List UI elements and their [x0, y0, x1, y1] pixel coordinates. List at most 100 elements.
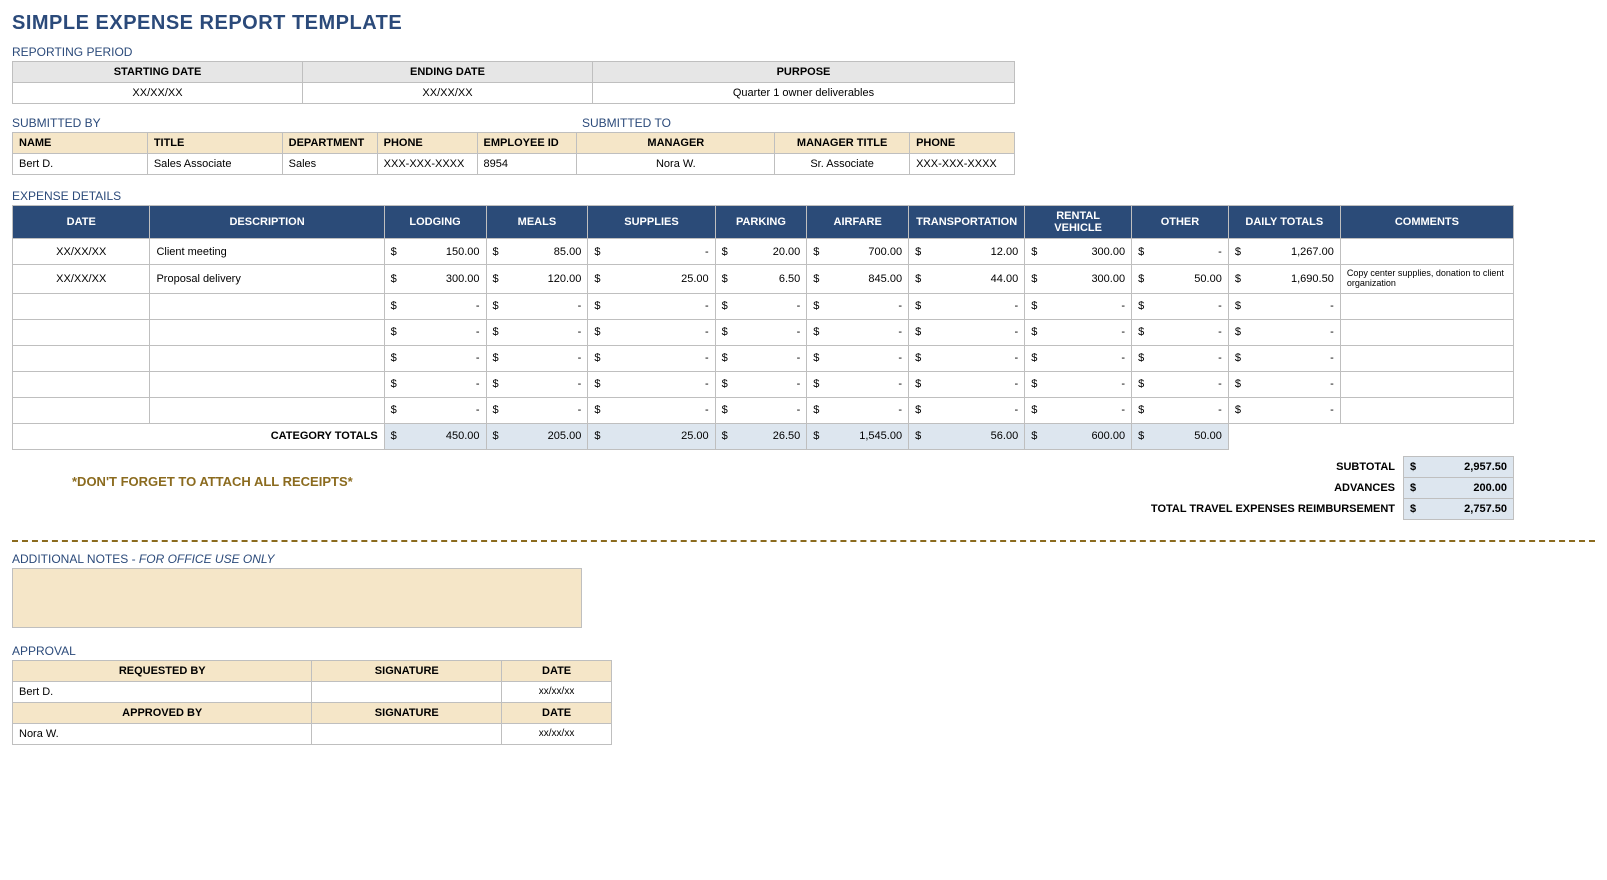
other-cell[interactable]: $50.00 [1132, 265, 1229, 294]
transport-cell[interactable]: $12.00 [909, 239, 1025, 265]
advances-value[interactable]: $200.00 [1404, 477, 1514, 498]
transport-cell[interactable]: $44.00 [909, 265, 1025, 294]
rental-cell[interactable]: $300.00 [1025, 265, 1132, 294]
lodging-cell[interactable]: $- [384, 371, 486, 397]
airfare-cell[interactable]: $- [807, 371, 909, 397]
parking-cell[interactable]: $- [715, 371, 807, 397]
airfare-cell[interactable]: $- [807, 397, 909, 423]
rental-cell[interactable]: $300.00 [1025, 239, 1132, 265]
airfare-cell[interactable]: $845.00 [807, 265, 909, 294]
meals-cell[interactable]: $- [486, 397, 588, 423]
supplies-cell[interactable]: $- [588, 345, 715, 371]
lodging-cell[interactable]: $- [384, 319, 486, 345]
comments-cell[interactable] [1340, 319, 1513, 345]
manager-phone-cell[interactable]: XXX-XXX-XXXX [910, 154, 1015, 175]
date-cell[interactable] [13, 397, 150, 423]
reporting-period-label: REPORTING PERIOD [12, 45, 1595, 59]
comments-cell[interactable] [1340, 293, 1513, 319]
date-cell[interactable]: XX/XX/XX [13, 239, 150, 265]
parking-cell[interactable]: $20.00 [715, 239, 807, 265]
title-cell[interactable]: Sales Associate [147, 154, 282, 175]
approved-date-cell[interactable]: xx/xx/xx [502, 723, 612, 744]
comments-cell[interactable] [1340, 371, 1513, 397]
lodging-cell[interactable]: $300.00 [384, 265, 486, 294]
meals-cell[interactable]: $85.00 [486, 239, 588, 265]
transport-cell[interactable]: $- [909, 345, 1025, 371]
supplies-cell[interactable]: $25.00 [588, 265, 715, 294]
airfare-cell[interactable]: $700.00 [807, 239, 909, 265]
supplies-cell[interactable]: $- [588, 397, 715, 423]
manager-cell[interactable]: Nora W. [577, 154, 775, 175]
manager-title-cell[interactable]: Sr. Associate [775, 154, 910, 175]
expense-row: $-$-$-$-$-$-$-$-$- [13, 371, 1514, 397]
lodging-cell[interactable]: $- [384, 345, 486, 371]
supplies-cell[interactable]: $- [588, 239, 715, 265]
requested-date-cell[interactable]: xx/xx/xx [502, 681, 612, 702]
date-cell[interactable] [13, 319, 150, 345]
additional-notes-box[interactable] [12, 568, 582, 628]
meals-cell[interactable]: $- [486, 293, 588, 319]
parking-cell[interactable]: $- [715, 345, 807, 371]
purpose-cell[interactable]: Quarter 1 owner deliverables [593, 83, 1015, 104]
date-cell[interactable] [13, 371, 150, 397]
empid-cell[interactable]: 8954 [477, 154, 577, 175]
parking-cell[interactable]: $6.50 [715, 265, 807, 294]
parking-cell[interactable]: $- [715, 319, 807, 345]
date-cell[interactable]: XX/XX/XX [13, 265, 150, 294]
meals-cell[interactable]: $- [486, 319, 588, 345]
date-cell[interactable] [13, 293, 150, 319]
other-cell[interactable]: $- [1132, 319, 1229, 345]
lodging-cell[interactable]: $150.00 [384, 239, 486, 265]
meals-cell[interactable]: $- [486, 371, 588, 397]
transport-cell[interactable]: $- [909, 371, 1025, 397]
airfare-cell[interactable]: $- [807, 345, 909, 371]
lodging-cell[interactable]: $- [384, 293, 486, 319]
airfare-cell[interactable]: $- [807, 293, 909, 319]
other-cell[interactable]: $- [1132, 371, 1229, 397]
date-cell[interactable] [13, 345, 150, 371]
name-cell[interactable]: Bert D. [13, 154, 148, 175]
airfare-cell[interactable]: $- [807, 319, 909, 345]
other-cell[interactable]: $- [1132, 239, 1229, 265]
parking-cell[interactable]: $- [715, 397, 807, 423]
transport-cell[interactable]: $- [909, 319, 1025, 345]
desc-cell[interactable] [150, 293, 384, 319]
requested-signature-cell[interactable] [312, 681, 502, 702]
desc-cell[interactable] [150, 319, 384, 345]
dept-cell[interactable]: Sales [282, 154, 377, 175]
desc-cell[interactable]: Proposal delivery [150, 265, 384, 294]
comments-cell[interactable] [1340, 239, 1513, 265]
desc-cell[interactable]: Client meeting [150, 239, 384, 265]
other-cell[interactable]: $- [1132, 397, 1229, 423]
parking-cell[interactable]: $- [715, 293, 807, 319]
col-phone: PHONE [377, 133, 477, 154]
approved-by-cell[interactable]: Nora W. [13, 723, 312, 744]
transport-cell[interactable]: $- [909, 397, 1025, 423]
phone-cell[interactable]: XXX-XXX-XXXX [377, 154, 477, 175]
rental-cell[interactable]: $- [1025, 345, 1132, 371]
starting-date-cell[interactable]: XX/XX/XX [13, 83, 303, 104]
comments-cell[interactable] [1340, 345, 1513, 371]
supplies-cell[interactable]: $- [588, 319, 715, 345]
rental-cell[interactable]: $- [1025, 397, 1132, 423]
desc-cell[interactable] [150, 345, 384, 371]
transport-cell[interactable]: $- [909, 293, 1025, 319]
other-cell[interactable]: $- [1132, 345, 1229, 371]
supplies-cell[interactable]: $- [588, 293, 715, 319]
desc-cell[interactable] [150, 397, 384, 423]
expense-row: XX/XX/XXProposal delivery$300.00$120.00$… [13, 265, 1514, 294]
desc-cell[interactable] [150, 371, 384, 397]
rental-cell[interactable]: $- [1025, 293, 1132, 319]
rental-cell[interactable]: $- [1025, 319, 1132, 345]
ending-date-cell[interactable]: XX/XX/XX [303, 83, 593, 104]
comments-cell[interactable] [1340, 397, 1513, 423]
rental-cell[interactable]: $- [1025, 371, 1132, 397]
other-cell[interactable]: $- [1132, 293, 1229, 319]
comments-cell[interactable]: Copy center supplies, donation to client… [1340, 265, 1513, 294]
lodging-cell[interactable]: $- [384, 397, 486, 423]
requested-by-cell[interactable]: Bert D. [13, 681, 312, 702]
supplies-cell[interactable]: $- [588, 371, 715, 397]
meals-cell[interactable]: $- [486, 345, 588, 371]
approved-signature-cell[interactable] [312, 723, 502, 744]
meals-cell[interactable]: $120.00 [486, 265, 588, 294]
